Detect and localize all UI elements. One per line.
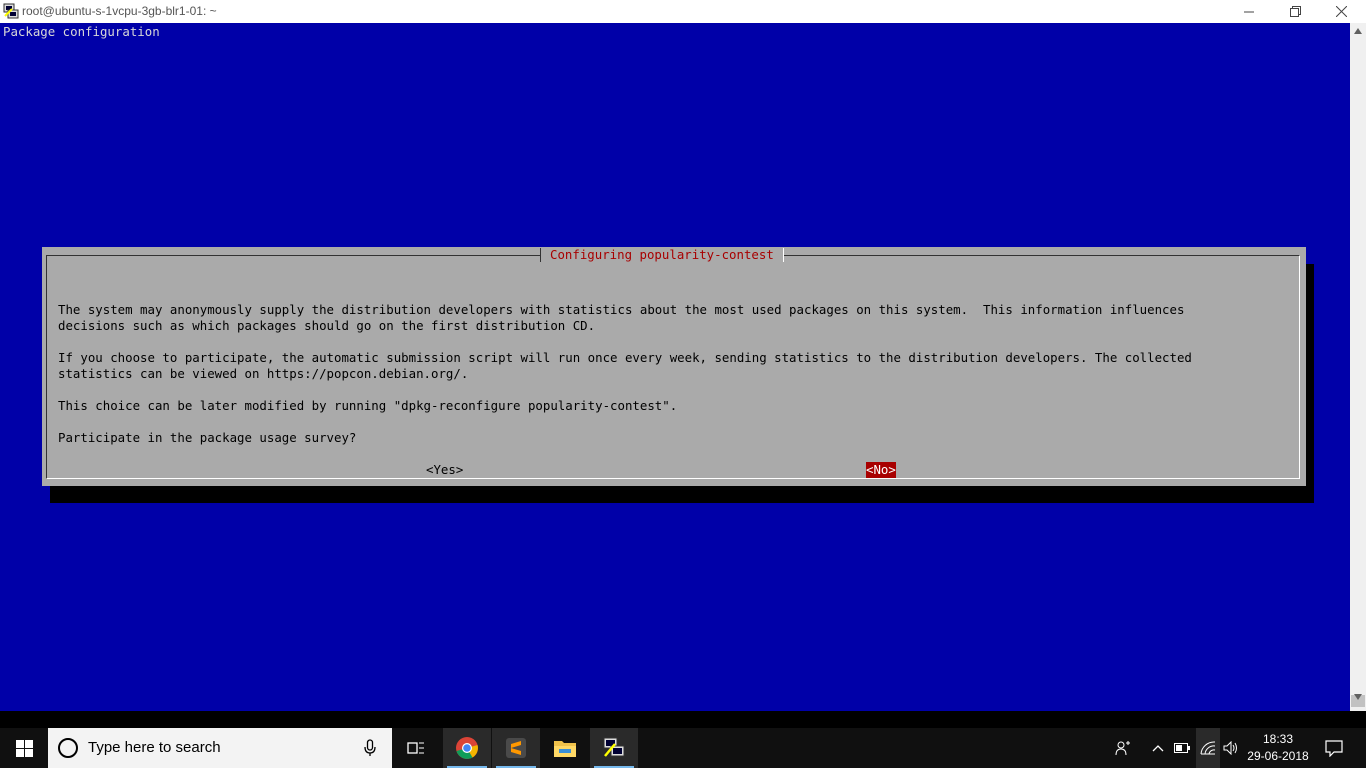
restore-icon xyxy=(1289,6,1301,17)
wifi-icon xyxy=(1200,741,1216,755)
package-configuration-header: Package configuration xyxy=(3,24,160,39)
start-button[interactable] xyxy=(0,728,48,768)
battery-icon xyxy=(1174,743,1190,753)
file-explorer-icon xyxy=(554,741,576,757)
microphone-icon[interactable] xyxy=(364,739,376,757)
network-button[interactable] xyxy=(1196,728,1220,768)
task-view-icon xyxy=(407,742,424,754)
chevron-up-icon xyxy=(1152,745,1164,752)
sublime-taskbar-button[interactable] xyxy=(492,728,540,768)
window-bottom-gap xyxy=(0,711,1366,728)
putty-app-icon[interactable] xyxy=(3,3,19,19)
action-center-button[interactable] xyxy=(1318,728,1350,768)
title-right-tick xyxy=(782,248,784,262)
dialog-text-line: statistics can be viewed on https://popc… xyxy=(58,366,469,381)
chrome-taskbar-button[interactable] xyxy=(443,728,491,768)
task-view-button[interactable] xyxy=(392,728,440,768)
dialog-question: Participate in the package usage survey? xyxy=(58,430,357,445)
volume-button[interactable] xyxy=(1220,728,1242,768)
terminal-scrollbar[interactable] xyxy=(1350,23,1366,711)
search-placeholder: Type here to search xyxy=(88,739,221,756)
close-icon xyxy=(1335,6,1347,17)
people-icon xyxy=(1115,741,1130,756)
taskbar: Type here to search 18:33 29-06-2018 xyxy=(0,728,1366,768)
minimize-button[interactable] xyxy=(1226,0,1272,23)
window-title: root@ubuntu-s-1vcpu-3gb-blr1-01: ~ xyxy=(22,4,217,18)
dialog-title-bar: Configuring popularity-contest xyxy=(540,247,784,263)
no-button[interactable]: <No> xyxy=(866,462,896,478)
taskbar-clock[interactable]: 18:33 29-06-2018 xyxy=(1240,728,1316,768)
volume-icon xyxy=(1223,741,1237,755)
maximize-button[interactable] xyxy=(1272,0,1318,23)
terminal-screen[interactable]: Package configuration Configuring popula… xyxy=(0,23,1350,711)
clock-date: 29-06-2018 xyxy=(1247,749,1309,763)
putty-taskbar-button[interactable] xyxy=(590,728,638,768)
sublime-text-icon xyxy=(506,738,526,758)
chrome-icon xyxy=(456,737,478,759)
scroll-up-icon[interactable] xyxy=(1353,27,1363,35)
minimize-icon xyxy=(1244,11,1254,12)
people-button[interactable] xyxy=(1110,728,1136,768)
action-center-icon xyxy=(1325,739,1343,757)
file-explorer-taskbar-button[interactable] xyxy=(541,728,589,768)
popularity-contest-dialog: Configuring popularity-contest The syste… xyxy=(42,247,1306,486)
close-button[interactable] xyxy=(1318,0,1364,23)
putty-icon xyxy=(603,737,625,757)
dialog-text-line: decisions such as which packages should … xyxy=(58,318,596,333)
battery-button[interactable] xyxy=(1170,728,1194,768)
dialog-text-line: The system may anonymously supply the di… xyxy=(58,302,1185,317)
clock-time: 18:33 xyxy=(1262,732,1294,746)
taskbar-search-box[interactable]: Type here to search xyxy=(48,728,392,768)
dialog-text-line: This choice can be later modified by run… xyxy=(58,398,678,413)
window-title-bar[interactable]: root@ubuntu-s-1vcpu-3gb-blr1-01: ~ xyxy=(0,0,1366,23)
cortana-icon xyxy=(58,738,78,758)
dialog-title: Configuring popularity-contest xyxy=(550,247,774,262)
show-hidden-icons-button[interactable] xyxy=(1148,728,1168,768)
dialog-text-line: If you choose to participate, the automa… xyxy=(58,350,1192,365)
scroll-down-icon[interactable] xyxy=(1353,693,1363,701)
yes-button[interactable]: <Yes> xyxy=(426,462,463,478)
windows-logo-icon xyxy=(15,739,33,757)
